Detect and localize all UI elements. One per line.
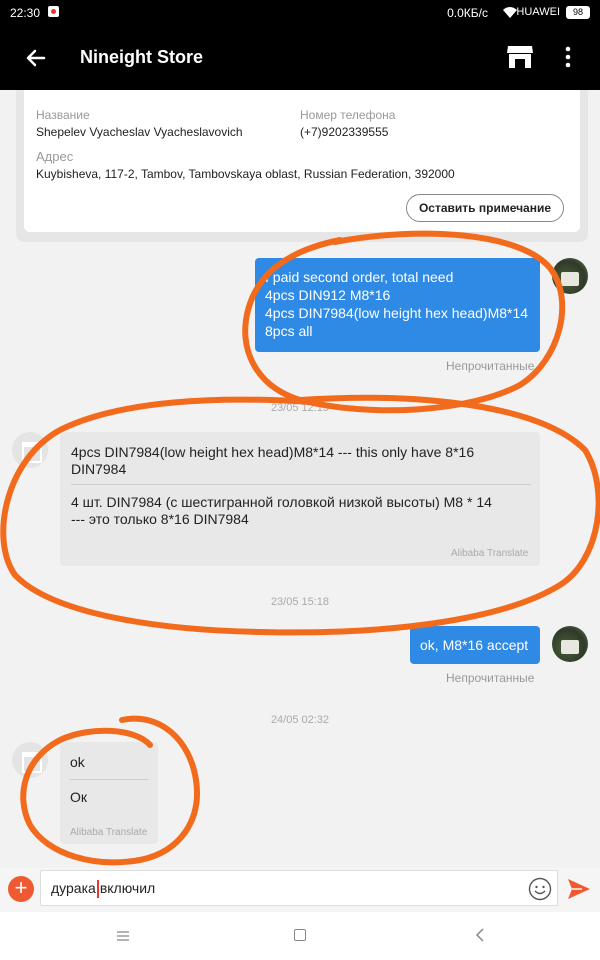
outgoing-message[interactable]: I paid second order, total need 4pcs DIN… <box>255 258 540 352</box>
message-line: ok, M8*16 accept <box>420 637 529 653</box>
original-text: 4pcs DIN7984(low height hex head)M8*14 -… <box>71 444 531 478</box>
translation-divider <box>71 484 531 485</box>
status-time: 22:30 <box>10 6 41 20</box>
arrow-left-icon[interactable] <box>22 44 50 72</box>
add-note-button[interactable]: Оставить примечание <box>406 194 564 222</box>
plus-icon[interactable]: + <box>8 876 34 902</box>
translate-label: Alibaba Translate <box>451 548 529 559</box>
text-caret <box>96 880 99 899</box>
message-line: I paid second order, total need <box>265 269 454 285</box>
name-label: Название <box>36 108 90 122</box>
phone-value: (+7)9202339555 <box>300 125 389 139</box>
more-vert-icon[interactable] <box>558 44 578 70</box>
read-status: Непрочитанные <box>446 359 535 373</box>
input-text-after: включил <box>99 880 156 896</box>
input-text-before: дурака <box>51 880 96 896</box>
send-icon[interactable] <box>566 876 592 902</box>
message-line: DIN7984 <box>71 461 127 477</box>
outgoing-message[interactable]: ok, M8*16 accept <box>410 626 540 664</box>
translated-text: 4 шт. DIN7984 (с шестигранной головкой н… <box>71 494 531 528</box>
store-icon[interactable] <box>506 44 534 70</box>
network-speed: 0.0КБ/с <box>447 6 488 20</box>
original-text: ok <box>70 754 85 770</box>
menu-icon[interactable] <box>117 930 129 942</box>
message-timestamp: 23/05 15:18 <box>270 596 330 608</box>
carrier-name: HUAWEI <box>516 6 560 18</box>
store-avatar[interactable] <box>12 432 48 468</box>
address-value: Kuybisheva, 117-2, Tambov, Tambovskaya o… <box>36 167 455 181</box>
translated-text: Ок <box>70 789 88 805</box>
back-icon[interactable] <box>474 928 486 942</box>
address-label: Адрес <box>36 149 74 164</box>
notification-icon <box>48 6 59 17</box>
message-line: 4pcs DIN7984(low height hex head)M8*14 -… <box>71 444 475 460</box>
app-bar: Nineight Store <box>0 26 600 90</box>
message-input[interactable]: дурака включил <box>40 870 558 906</box>
phone-label: Номер телефона <box>300 108 396 122</box>
translate-label: Alibaba Translate <box>70 827 148 838</box>
translation-divider <box>70 779 148 780</box>
home-icon[interactable] <box>294 929 306 941</box>
emoji-icon[interactable] <box>528 877 552 901</box>
message-line: 4 шт. DIN7984 (с шестигранной головкой н… <box>71 494 492 510</box>
message-line: --- это только 8*16 DIN7984 <box>71 511 249 527</box>
incoming-message[interactable]: 4pcs DIN7984(low height hex head)M8*14 -… <box>60 432 540 566</box>
message-timestamp: 24/05 02:32 <box>270 714 330 726</box>
name-value: Shepelev Vyacheslav Vyacheslavovich <box>36 125 243 139</box>
message-line: 4pcs DIN7984(low height hex head)M8*14 <box>265 305 529 321</box>
read-status: Непрочитанные <box>446 671 535 685</box>
battery-icon: 98 <box>566 6 590 19</box>
address-card: Название Shepelev Vyacheslav Vyacheslavo… <box>24 90 580 232</box>
message-timestamp: 23/05 12:15 <box>270 402 330 414</box>
status-bar: 22:30 0.0КБ/с HUAWEI 98 <box>0 0 600 26</box>
message-line: 4pcs DIN912 M8*16 <box>265 287 391 303</box>
user-avatar[interactable] <box>552 258 588 294</box>
store-avatar[interactable] <box>12 742 48 778</box>
incoming-message[interactable]: ok Ок Alibaba Translate <box>60 742 158 844</box>
user-avatar[interactable] <box>552 626 588 662</box>
message-line: 8pcs all <box>265 323 313 339</box>
page-title: Nineight Store <box>80 47 204 67</box>
